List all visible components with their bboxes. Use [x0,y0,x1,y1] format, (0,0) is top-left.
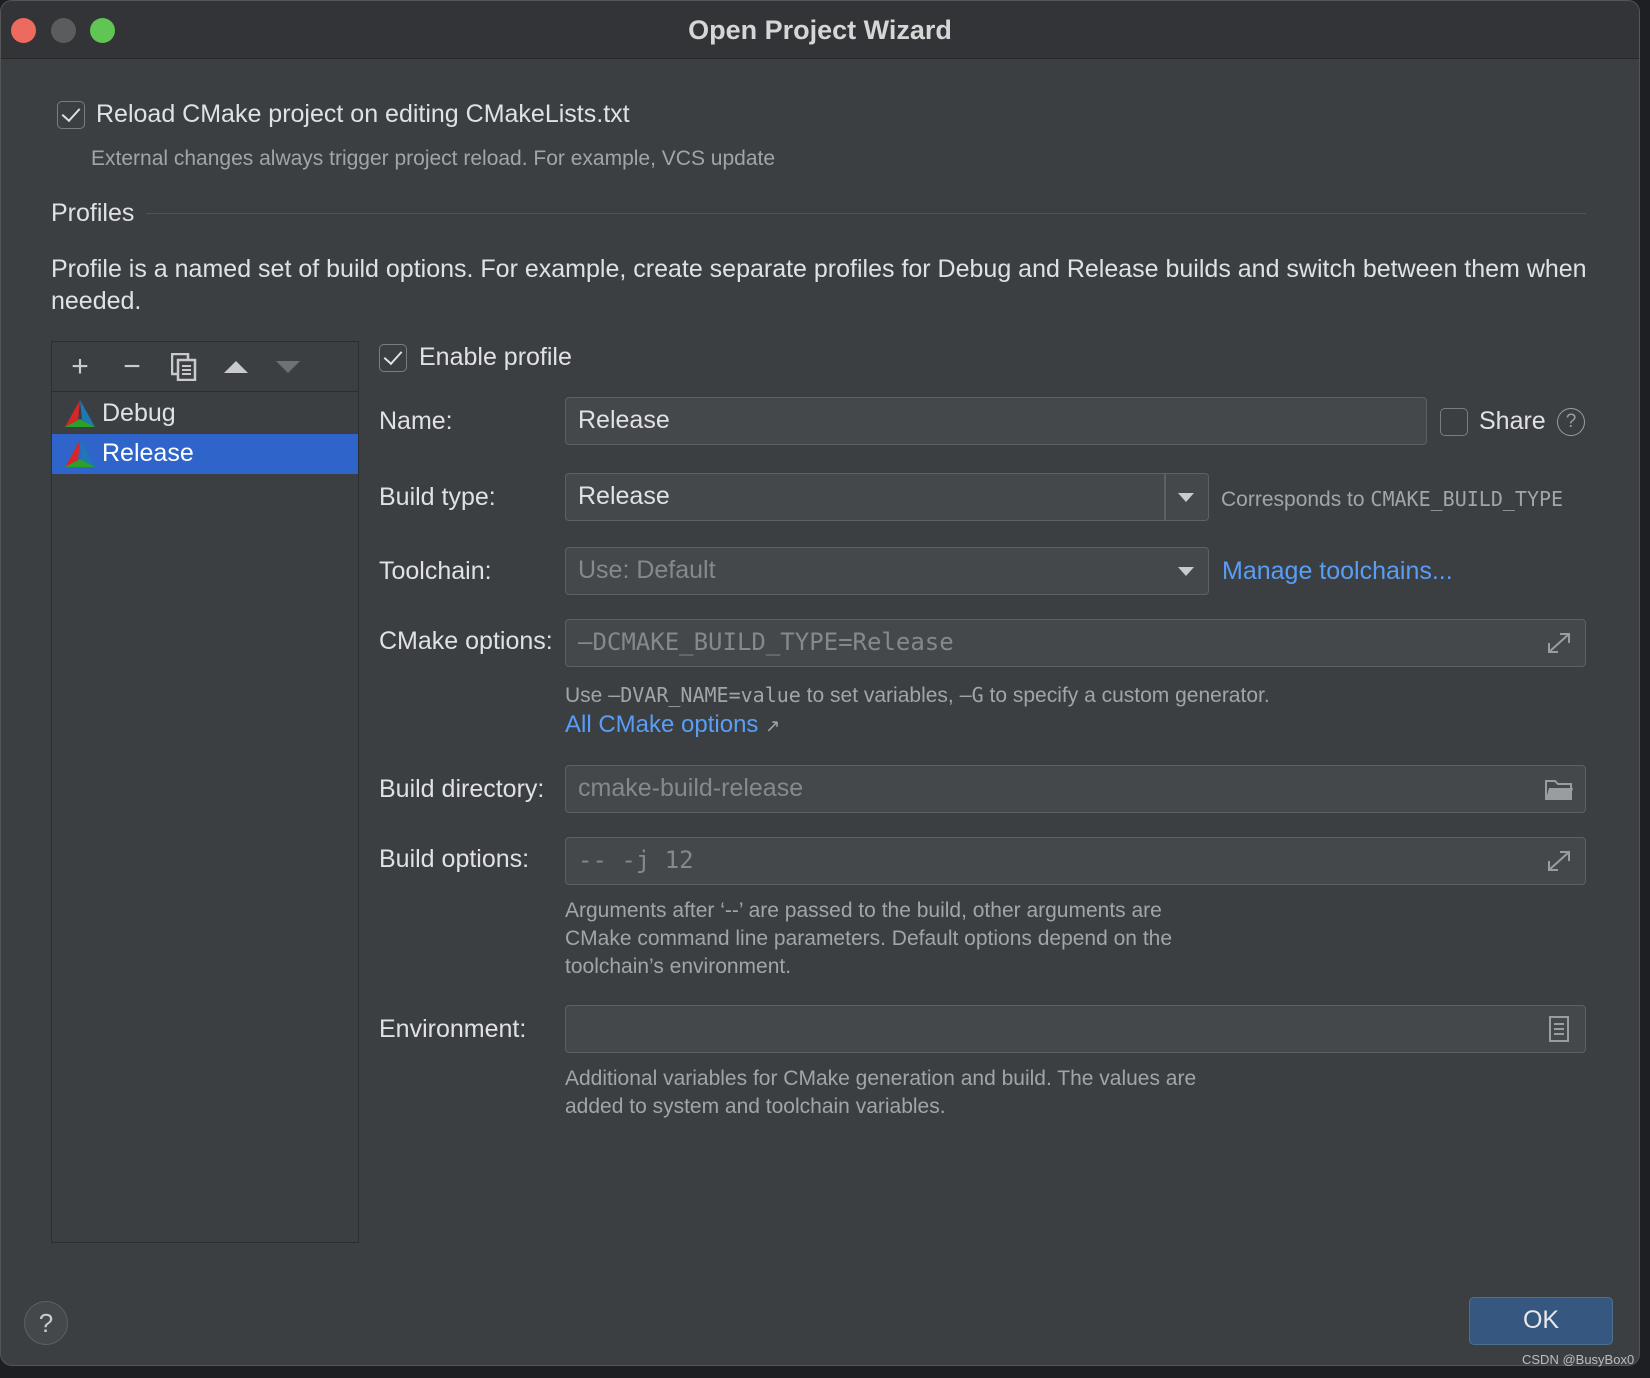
chevron-down-icon[interactable] [1178,493,1194,502]
add-profile-icon[interactable]: + [63,350,97,384]
build-options-hint-line1: Arguments after ‘--’ are passed to the b… [565,899,1162,922]
cmake-options-hint: Use –DVAR_NAME=value to set variables, –… [565,683,1270,708]
build-type-label: Build type: [379,483,496,511]
build-directory-label: Build directory: [379,775,545,803]
share-help-icon[interactable]: ? [1557,408,1585,436]
cmake-options-label: CMake options: [379,627,553,655]
build-type-hint: Corresponds to CMAKE_BUILD_TYPE [1221,487,1563,512]
profile-item-label: Debug [102,399,176,427]
window-title: Open Project Wizard [688,15,952,45]
build-directory-placeholder: cmake-build-release [578,774,804,802]
profile-item-label: Release [102,439,194,467]
move-up-icon[interactable] [219,350,253,384]
hint-text: to specify a custom generator. [983,684,1270,707]
environment-hint-line1: Additional variables for CMake generatio… [565,1067,1197,1090]
build-type-hint-text: Corresponds to [1221,488,1371,511]
toolchain-dropdown[interactable]: Use: Default [565,547,1209,595]
dialog-window: Open Project Wizard Reload CMake project… [0,0,1640,1366]
profiles-section-title: Profiles [51,199,135,227]
dropdown-divider [1164,474,1166,520]
manage-toolchains-link[interactable]: Manage toolchains... [1222,557,1453,586]
cmake-options-input[interactable]: –DCMAKE_BUILD_TYPE=Release [565,619,1586,667]
reload-cmake-label: Reload CMake project on editing CMakeLis… [96,100,630,128]
profiles-toolbar: + − [52,342,358,392]
build-options-hint-line3: toolchain’s environment. [565,955,792,978]
environment-hint-line2: added to system and toolchain variables. [565,1095,946,1118]
ok-button[interactable]: OK [1469,1297,1613,1345]
expand-icon[interactable] [1545,848,1573,874]
build-options-hint-line2: CMake command line parameters. Default o… [565,927,1173,950]
all-cmake-options-label: All CMake options [565,711,759,738]
share-label: Share [1479,407,1546,435]
move-down-icon[interactable] [271,350,305,384]
hint-text: Use [565,684,609,707]
enable-profile-checkbox[interactable] [379,344,407,372]
all-cmake-options-link[interactable]: All CMake options ↗ [565,711,780,739]
build-type-hint-code: CMAKE_BUILD_TYPE [1370,487,1564,511]
build-options-placeholder: -- -j 12 [578,846,694,874]
profile-item-debug[interactable]: Debug [52,394,358,434]
remove-profile-icon[interactable]: − [115,350,149,384]
build-options-input[interactable]: -- -j 12 [565,837,1586,885]
chevron-down-icon[interactable] [1178,567,1194,576]
reload-cmake-checkbox[interactable] [57,101,85,129]
profile-item-release[interactable]: Release [52,434,358,474]
hint-text: to set variables, [800,684,960,707]
enable-profile-label: Enable profile [419,343,572,371]
build-type-dropdown[interactable]: Release [565,473,1209,521]
share-checkbox[interactable] [1440,408,1468,436]
environment-label: Environment: [379,1015,527,1043]
reload-cmake-hint: External changes always trigger project … [91,147,776,170]
folder-icon[interactable] [1545,776,1573,802]
help-button[interactable]: ? [24,1301,68,1345]
title-bar: Open Project Wizard [1,1,1639,59]
profiles-description-line1: Profile is a named set of build options.… [51,255,1587,283]
name-input[interactable]: Release [565,397,1427,445]
profiles-list-panel: + − Debug Release [51,341,359,1243]
external-link-icon: ↗ [765,716,781,736]
watermark: CSDN @BusyBox0 [1522,1352,1635,1367]
expand-icon[interactable] [1545,630,1573,656]
hint-code-var: –DVAR_NAME=value [608,683,801,707]
profiles-description-line2: needed. [51,287,142,315]
build-directory-input[interactable]: cmake-build-release [565,765,1586,813]
profiles-separator [146,213,1586,214]
cmake-icon [65,440,95,467]
environment-input[interactable] [565,1005,1586,1053]
toolchain-value: Use: Default [578,556,716,584]
toolchain-label: Toolchain: [379,557,492,585]
build-type-value: Release [578,482,670,510]
name-label: Name: [379,407,453,435]
cmake-icon [65,400,95,427]
copy-profile-icon[interactable] [167,350,201,384]
build-options-label: Build options: [379,845,530,873]
cmake-options-placeholder: –DCMAKE_BUILD_TYPE=Release [578,628,954,656]
hint-code-generator: –G [959,683,984,707]
name-value: Release [578,406,670,434]
edit-environment-icon[interactable] [1545,1016,1573,1042]
